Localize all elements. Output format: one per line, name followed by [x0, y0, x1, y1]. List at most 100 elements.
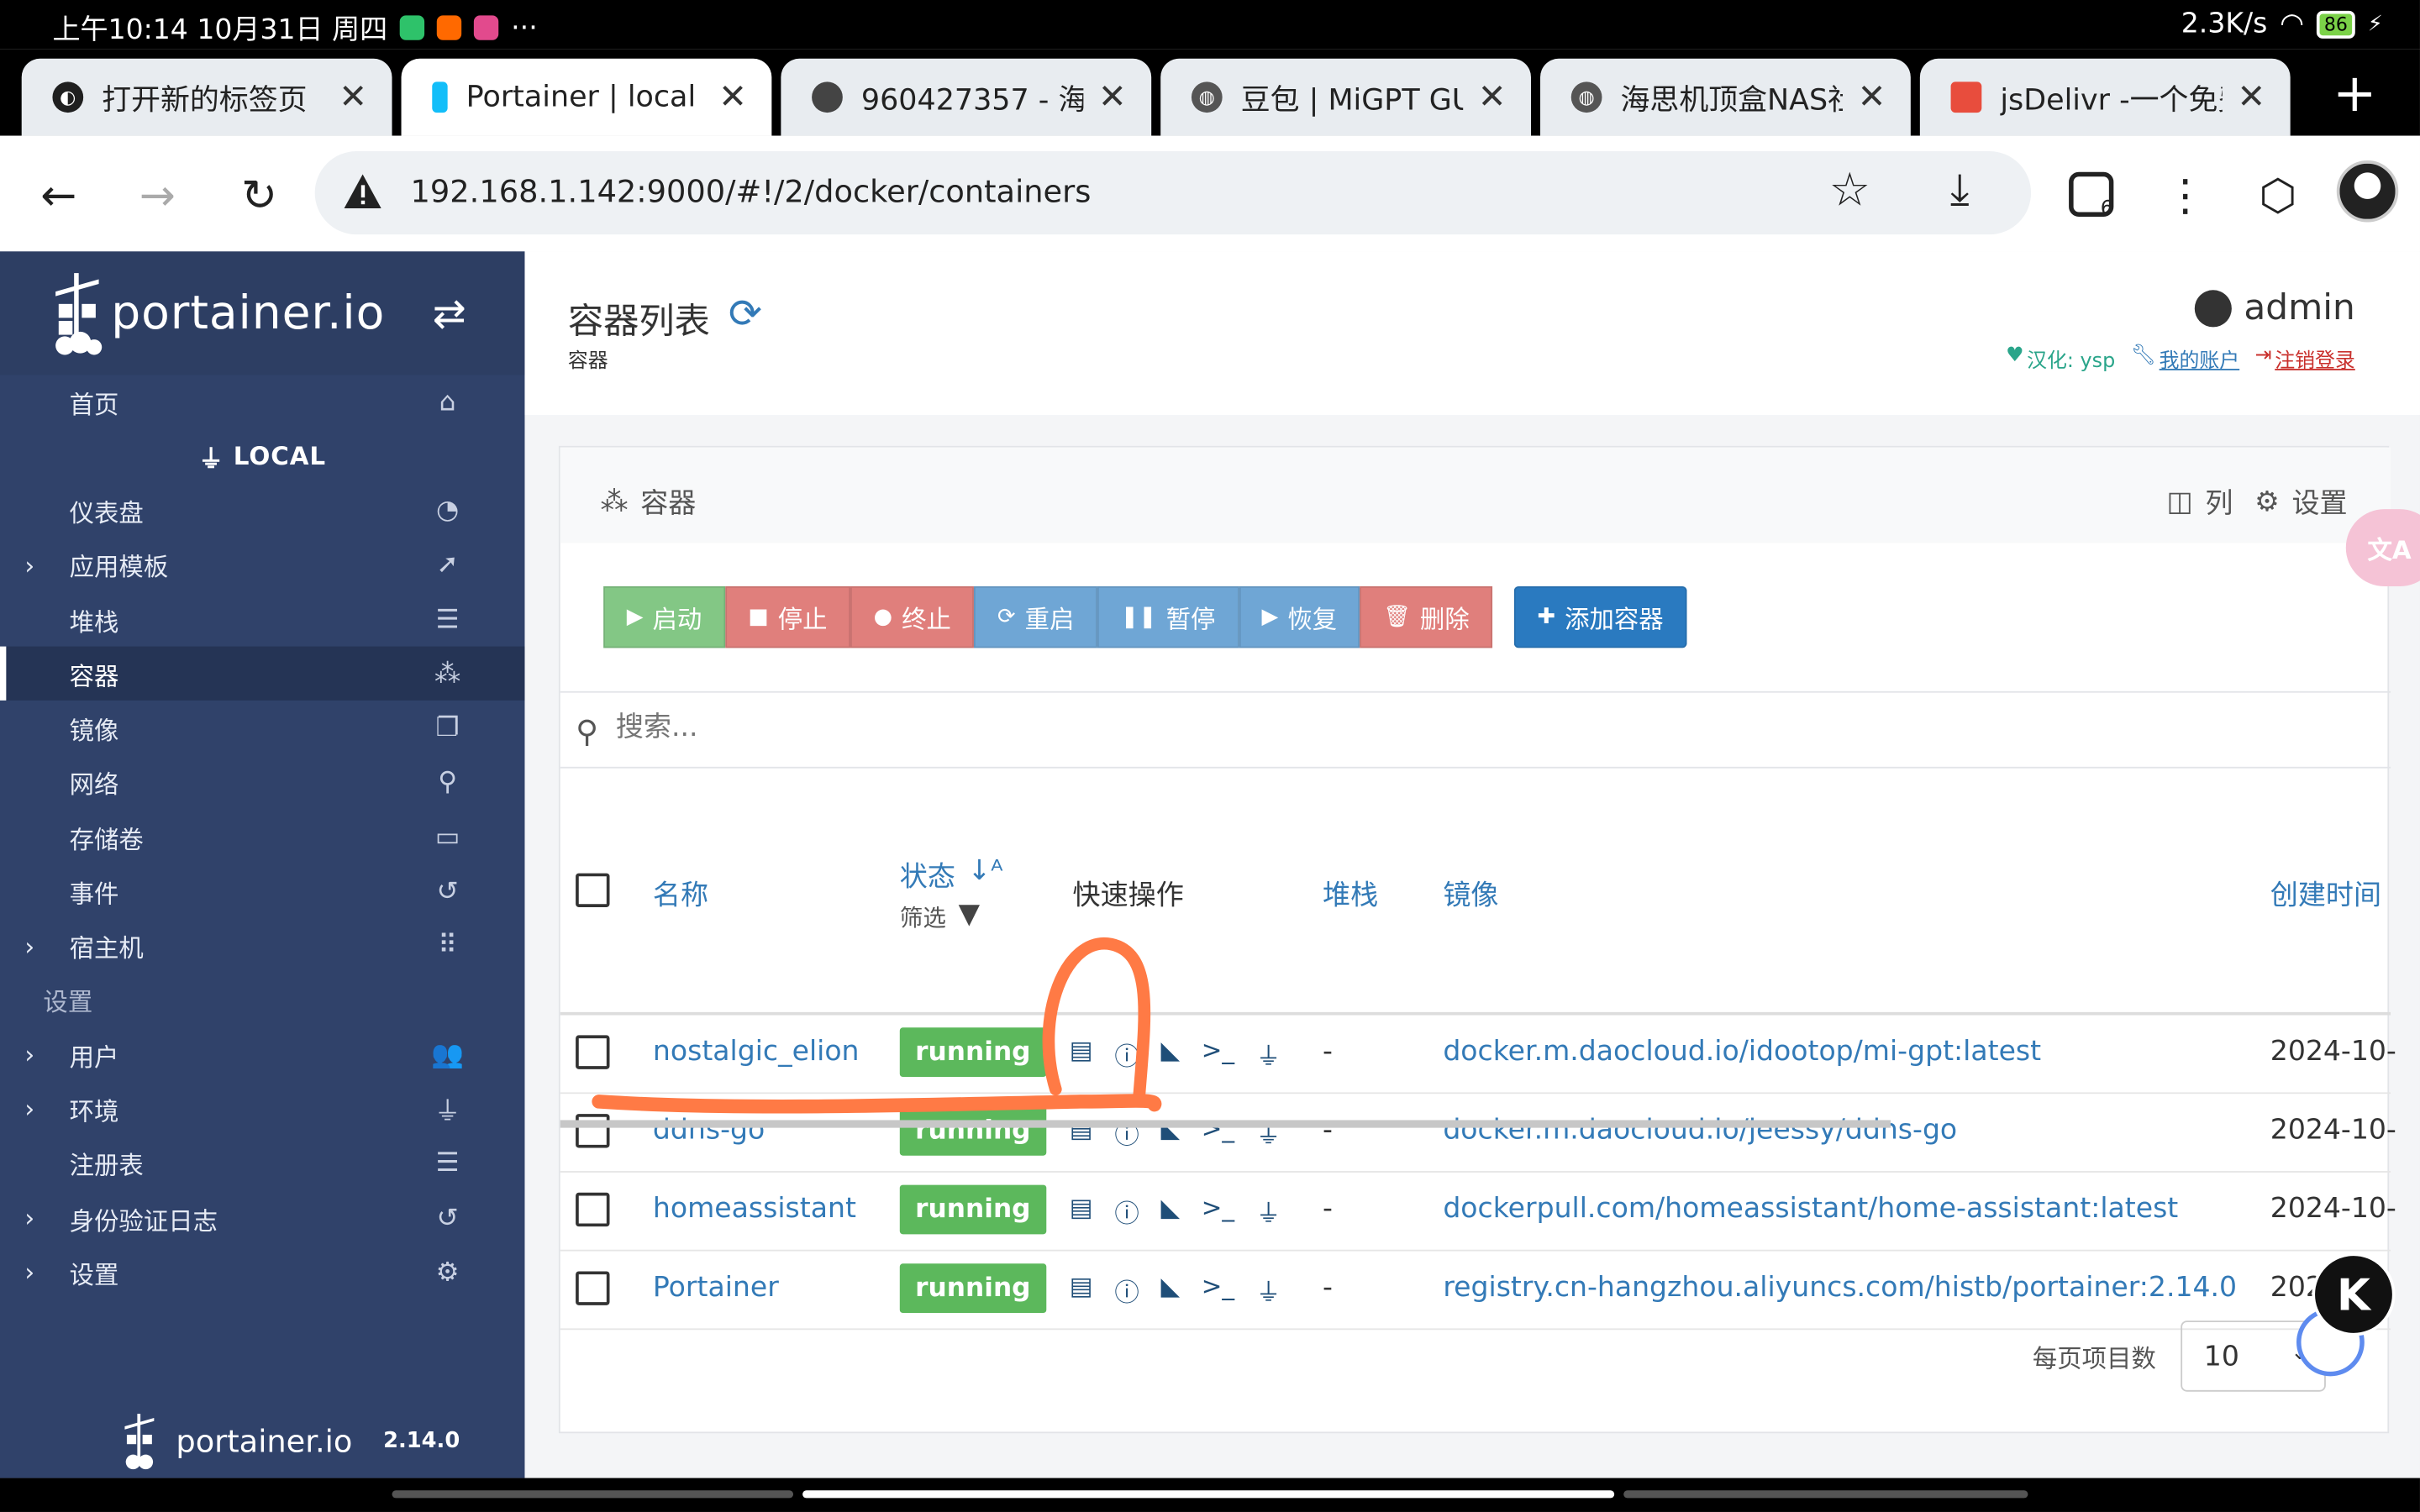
- row-checkbox[interactable]: [576, 1271, 610, 1305]
- header-image[interactable]: 镜像: [1443, 874, 1498, 914]
- container-name-link[interactable]: homeassistant: [653, 1193, 856, 1226]
- kill-button[interactable]: ● 终止: [850, 585, 975, 648]
- sidebar-item-users[interactable]: › 用户 👥: [0, 1027, 524, 1082]
- floating-k-icon[interactable]: K: [2312, 1252, 2396, 1336]
- extension-cube-icon[interactable]: ⬡: [2247, 164, 2308, 225]
- tab-close-icon[interactable]: ✕: [1098, 78, 1127, 117]
- sidebar-item-rocket[interactable]: › 应用模板 ➚: [0, 538, 524, 592]
- profile-avatar[interactable]: [2336, 160, 2399, 223]
- row-checkbox[interactable]: [576, 1192, 610, 1227]
- back-icon[interactable]: ←: [28, 164, 89, 225]
- url-text[interactable]: 192.168.1.142:9000/#!/2/docker/container…: [411, 173, 1092, 210]
- swap-environment-icon[interactable]: ⇄: [433, 291, 466, 338]
- sidebar-item-tachometer[interactable]: 仪表盘 ◔: [0, 483, 524, 538]
- gesture-home-pill[interactable]: [802, 1490, 1615, 1499]
- tab-new-tab[interactable]: ◐ 打开新的标签页 ✕: [21, 58, 392, 136]
- sidebar-item-list[interactable]: 堆栈 ☰: [0, 592, 524, 647]
- translate-float-icon[interactable]: 文A: [2345, 509, 2420, 586]
- image-link[interactable]: docker.m.daocloud.io/idootop/mi-gpt:late…: [1443, 1035, 2041, 1068]
- stats-chart-icon[interactable]: ◣: [1160, 1271, 1180, 1308]
- download-icon[interactable]: ⤓: [1950, 164, 1970, 216]
- console-terminal-icon[interactable]: >_: [1202, 1193, 1234, 1230]
- logs-icon[interactable]: ▤: [1070, 1271, 1093, 1308]
- chevron-right-icon[interactable]: ›: [24, 932, 34, 961]
- stats-chart-icon[interactable]: ◣: [1160, 1035, 1180, 1072]
- filter-icon[interactable]: ▼: [959, 898, 980, 931]
- start-button[interactable]: ▶ 启动: [603, 585, 725, 648]
- attach-plug-icon[interactable]: ⏚: [1256, 1271, 1281, 1308]
- portainer-logo[interactable]: portainer.io: [52, 270, 385, 356]
- console-terminal-icon[interactable]: >_: [1202, 1035, 1234, 1072]
- tab-portainer[interactable]: Portainer | local ✕: [401, 58, 772, 136]
- state-filter-label[interactable]: 筛选: [900, 901, 946, 934]
- stop-button[interactable]: ■ 停止: [724, 585, 851, 648]
- header-stack[interactable]: 堆栈: [1323, 874, 1378, 914]
- chevron-right-icon[interactable]: ›: [24, 1257, 34, 1287]
- sidebar-item-history[interactable]: 事件 ↺: [0, 864, 524, 919]
- sidebar-item-home[interactable]: 首页 ⌂: [0, 375, 524, 429]
- table-settings-button[interactable]: 设置: [2291, 481, 2347, 522]
- add-container-button[interactable]: ✚ 添加容器: [1514, 585, 1687, 648]
- tab-close-icon[interactable]: ✕: [718, 78, 747, 117]
- tab-hisilicon[interactable]: 960427357 - 海思 ✕: [781, 58, 1152, 136]
- inspect-info-icon[interactable]: ⓘ: [1114, 1035, 1139, 1072]
- refresh-icon[interactable]: ⟳: [729, 291, 762, 338]
- columns-icon[interactable]: ◫: [2166, 486, 2192, 518]
- console-terminal-icon[interactable]: >_: [1202, 1271, 1234, 1308]
- sidebar-item-cogs[interactable]: › 设置 ⚙: [0, 1246, 524, 1300]
- remove-button[interactable]: 🗑︎ 删除: [1360, 585, 1493, 648]
- pause-button[interactable]: ❚❚ 暂停: [1097, 585, 1239, 648]
- tab-nas-forum[interactable]: ◍ 海思机顶盒NAS社 ✕: [1540, 58, 1911, 136]
- row-checkbox[interactable]: [576, 1114, 610, 1148]
- reload-icon[interactable]: ↻: [229, 164, 290, 225]
- not-secure-warning-icon[interactable]: [343, 171, 383, 212]
- row-checkbox[interactable]: [576, 1035, 610, 1069]
- sidebar-item-cubes[interactable]: 容器 ⁂: [0, 646, 525, 702]
- menu-kebab-icon[interactable]: ⋮: [2154, 164, 2216, 225]
- gear-icon[interactable]: ⚙: [2254, 486, 2280, 518]
- horizontal-scrollbar[interactable]: [560, 1120, 1891, 1128]
- tab-doubao[interactable]: ◍ 豆包 | MiGPT GUI ✕: [1160, 58, 1532, 136]
- sidebar-item-sitemap[interactable]: 网络 ⚲: [0, 756, 524, 811]
- header-name[interactable]: 名称: [653, 874, 708, 914]
- tab-close-icon[interactable]: ✕: [339, 78, 367, 117]
- sidebar-item-clone[interactable]: 镜像 ❐: [0, 701, 524, 756]
- new-tab-button[interactable]: +: [2333, 68, 2376, 120]
- logout-link[interactable]: 注销登录: [2275, 344, 2355, 374]
- sidebar-item-plug[interactable]: › 环境 ⏚: [0, 1082, 524, 1137]
- image-link[interactable]: registry.cn-hangzhou.aliyuncs.com/histb/…: [1443, 1271, 2237, 1304]
- tab-close-icon[interactable]: ✕: [2237, 78, 2265, 117]
- chevron-right-icon[interactable]: ›: [24, 550, 34, 580]
- sidebar-item-history[interactable]: › 身份验证日志 ↺: [0, 1191, 524, 1246]
- chevron-right-icon[interactable]: ›: [24, 1040, 34, 1069]
- select-all-checkbox[interactable]: [576, 873, 610, 907]
- sort-icon[interactable]: ↓ᴬ: [968, 855, 1003, 888]
- forward-icon[interactable]: →: [127, 164, 188, 225]
- tab-close-icon[interactable]: ✕: [1858, 78, 1886, 117]
- attach-plug-icon[interactable]: ⏚: [1256, 1193, 1281, 1230]
- inspect-info-icon[interactable]: ⓘ: [1114, 1271, 1139, 1308]
- sidebar-item-database[interactable]: 注册表 ☰: [0, 1137, 524, 1191]
- chevron-right-icon[interactable]: ›: [24, 1204, 34, 1233]
- logs-icon[interactable]: ▤: [1070, 1193, 1093, 1230]
- header-state[interactable]: 状态: [900, 855, 955, 895]
- tab-close-icon[interactable]: ✕: [1478, 78, 1507, 117]
- bookmark-star-icon[interactable]: ☆: [1829, 164, 1870, 218]
- tab-switcher-button[interactable]: 6: [2062, 164, 2123, 225]
- attach-plug-icon[interactable]: ⏚: [1256, 1035, 1281, 1072]
- address-bar[interactable]: 192.168.1.142:9000/#!/2/docker/container…: [314, 150, 2032, 235]
- columns-button[interactable]: 列: [2205, 481, 2233, 522]
- chevron-right-icon[interactable]: ›: [24, 1095, 34, 1124]
- resume-button[interactable]: ▶ 恢复: [1238, 585, 1360, 648]
- my-account-link[interactable]: 我的账户: [2160, 344, 2240, 374]
- image-link[interactable]: docker.m.daocloud.io/jeessy/ddns-go: [1443, 1114, 1957, 1147]
- image-link[interactable]: dockerpull.com/homeassistant/home-assist…: [1443, 1193, 2178, 1226]
- inspect-info-icon[interactable]: ⓘ: [1114, 1193, 1139, 1230]
- search-input[interactable]: [615, 711, 1851, 744]
- restart-button[interactable]: ⟳ 重启: [974, 585, 1097, 648]
- header-created[interactable]: 创建时间: [2270, 874, 2381, 914]
- sidebar-item-th[interactable]: › 宿主机 ⠿: [0, 919, 524, 974]
- container-name-link[interactable]: Portainer: [653, 1271, 779, 1304]
- container-name-link[interactable]: ddns-go: [653, 1114, 765, 1147]
- logs-icon[interactable]: ▤: [1070, 1035, 1093, 1072]
